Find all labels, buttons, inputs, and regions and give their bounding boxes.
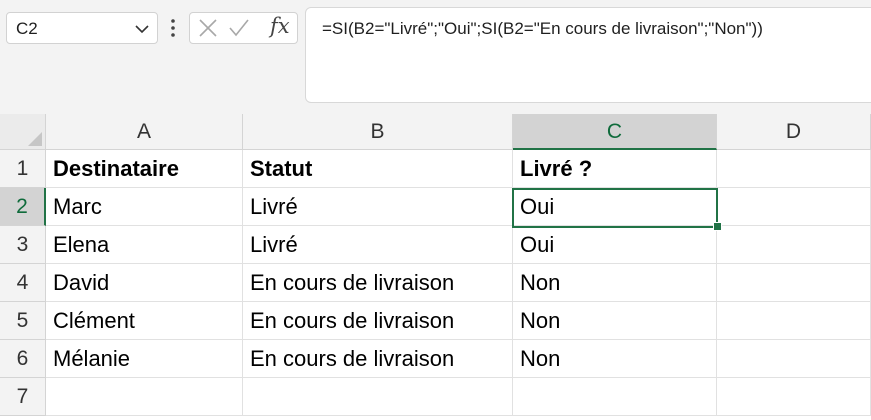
- row-header-5[interactable]: 5: [0, 302, 46, 340]
- column-header-a[interactable]: A: [46, 114, 243, 150]
- name-box-value: C2: [16, 19, 38, 38]
- cell-d7[interactable]: [717, 378, 871, 416]
- cell-d4[interactable]: [717, 264, 871, 302]
- spreadsheet-grid: A B C D 1 2 3 4 5 6 7 Destinataire Statu…: [0, 114, 871, 420]
- column-header-c[interactable]: C: [513, 114, 717, 150]
- row-header-6[interactable]: 6: [0, 340, 46, 378]
- name-box[interactable]: C2: [6, 12, 158, 44]
- formula-text: =SI(B2="Livré";"Oui";SI(B2="En cours de …: [322, 19, 763, 38]
- cell-d3[interactable]: [717, 226, 871, 264]
- cell-a7[interactable]: [46, 378, 243, 416]
- cell-a6[interactable]: Mélanie: [46, 340, 243, 378]
- cell-a4[interactable]: David: [46, 264, 243, 302]
- checkmark-icon[interactable]: [228, 18, 250, 38]
- cell-d5[interactable]: [717, 302, 871, 340]
- cell-c3[interactable]: Oui: [513, 226, 717, 264]
- cell-c5[interactable]: Non: [513, 302, 717, 340]
- cell-a3[interactable]: Elena: [46, 226, 243, 264]
- cell-c1[interactable]: Livré ?: [513, 150, 717, 188]
- chevron-down-icon[interactable]: [133, 20, 151, 38]
- formula-controls: fx: [189, 12, 298, 44]
- cell-b6[interactable]: En cours de livraison: [243, 340, 513, 378]
- row-header-7[interactable]: 7: [0, 378, 46, 416]
- row-header-1[interactable]: 1: [0, 150, 46, 188]
- fill-handle[interactable]: [713, 222, 722, 231]
- cell-a1[interactable]: Destinataire: [46, 150, 243, 188]
- cell-a2[interactable]: Marc: [46, 188, 243, 226]
- row-header-3[interactable]: 3: [0, 226, 46, 264]
- column-header-d[interactable]: D: [717, 114, 871, 150]
- formula-input[interactable]: =SI(B2="Livré";"Oui";SI(B2="En cours de …: [305, 7, 871, 103]
- cross-icon[interactable]: [198, 18, 218, 38]
- select-all-button[interactable]: [0, 114, 46, 150]
- cell-d6[interactable]: [717, 340, 871, 378]
- insert-function-icon[interactable]: fx: [270, 14, 290, 38]
- cell-d2[interactable]: [717, 188, 871, 226]
- column-header-b[interactable]: B: [243, 114, 513, 150]
- cell-c6[interactable]: Non: [513, 340, 717, 378]
- row-header-2[interactable]: 2: [0, 188, 46, 226]
- formula-bar-region: C2 fx =SI(B2="Livré";"Oui";SI(B2="En cou…: [0, 0, 871, 114]
- cell-b3[interactable]: Livré: [243, 226, 513, 264]
- row-header-4[interactable]: 4: [0, 264, 46, 302]
- cell-b1[interactable]: Statut: [243, 150, 513, 188]
- cell-c7[interactable]: [513, 378, 717, 416]
- more-options-icon[interactable]: [168, 16, 178, 40]
- cell-b5[interactable]: En cours de livraison: [243, 302, 513, 340]
- cell-a5[interactable]: Clément: [46, 302, 243, 340]
- cell-b7[interactable]: [243, 378, 513, 416]
- cell-d1[interactable]: [717, 150, 871, 188]
- cell-c2[interactable]: Oui: [513, 188, 717, 226]
- cell-c4[interactable]: Non: [513, 264, 717, 302]
- cell-b4[interactable]: En cours de livraison: [243, 264, 513, 302]
- cell-b2[interactable]: Livré: [243, 188, 513, 226]
- select-all-icon: [28, 132, 42, 146]
